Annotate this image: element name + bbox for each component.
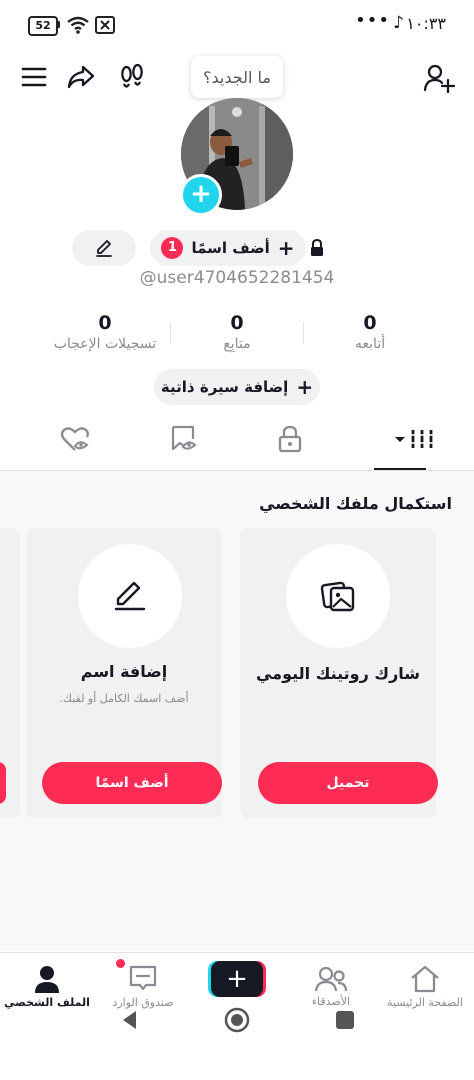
no-sim-icon <box>95 16 115 34</box>
add-bio-button[interactable]: إضافة سيرة ذاتية + <box>154 369 320 405</box>
battery-indicator: 52 <box>28 16 58 36</box>
followers-label: متابِع <box>223 336 251 352</box>
friends-icon <box>314 966 348 991</box>
profile-views-button[interactable] <box>112 57 152 97</box>
nav-home-label: الصفحة الرئيسية <box>387 995 463 1009</box>
card-icon-circle <box>78 544 182 648</box>
nav-home[interactable]: الصفحة الرئيسية <box>378 958 472 1014</box>
card-subtitle: أضف اسمك الكامل أو لقبك. <box>59 692 189 705</box>
nav-friends[interactable]: الأصدقاء <box>284 958 378 1014</box>
following-count: 0 <box>363 312 377 334</box>
status-bar: 52 ••• ♪ ١٠:٣٣ <box>0 0 474 52</box>
notification-dots: ••• <box>355 10 390 31</box>
lock-icon <box>311 239 323 256</box>
menu-icon <box>21 67 47 87</box>
plus-icon: + <box>296 375 314 399</box>
add-avatar-button[interactable]: + <box>180 174 222 216</box>
plus-icon: + <box>277 236 295 260</box>
whats-new-tooltip[interactable]: ما الجديد؟ <box>191 56 283 98</box>
add-name-card: إضافة اسم أضف اسمك الكامل أو لقبك. أضف ا… <box>26 528 222 818</box>
nav-inbox-label: صندوق الوارد <box>112 995 174 1009</box>
reposts-icon <box>171 425 197 451</box>
notification-badge: 1 <box>161 237 184 259</box>
following-stat[interactable]: 0 أتابعه <box>300 312 440 352</box>
tab-reposts[interactable] <box>124 408 242 470</box>
share-profile-button[interactable] <box>61 57 101 97</box>
plus-icon: + <box>211 961 263 997</box>
edit-profile-button[interactable] <box>72 230 136 266</box>
add-name-button[interactable]: 1 أضف اسمًا + <box>150 230 306 266</box>
inbox-notification-dot <box>116 959 125 968</box>
followers-count: 0 <box>230 312 244 334</box>
tab-private[interactable] <box>231 408 349 470</box>
tab-liked[interactable] <box>16 408 134 470</box>
liked-icon <box>60 427 89 451</box>
nav-profile-label: الملف الشخصي <box>4 995 90 1009</box>
card-icon-circle <box>286 544 390 648</box>
following-label: أتابعه <box>354 336 386 352</box>
create-button[interactable]: + <box>208 961 266 997</box>
battery-nub <box>57 21 60 28</box>
pencil-icon <box>96 240 112 257</box>
nav-profile[interactable]: الملف الشخصي <box>0 958 94 1014</box>
card-title: شارك روتينك اليومي <box>255 664 421 683</box>
recents-icon[interactable] <box>335 1010 355 1030</box>
pencil-icon <box>114 581 146 611</box>
home-circle-icon[interactable] <box>224 1007 250 1033</box>
section-title: استكمال ملفك الشخصي <box>259 494 452 513</box>
likes-count: 0 <box>98 312 112 334</box>
nav-friends-label: الأصدقاء <box>311 994 351 1008</box>
share-icon <box>67 65 95 89</box>
add-bio-label: إضافة سيرة ذاتية <box>160 378 289 396</box>
private-lock-icon <box>278 425 302 453</box>
followers-stat[interactable]: 0 متابِع <box>167 312 307 352</box>
inbox-icon <box>129 965 157 990</box>
home-icon <box>411 965 439 992</box>
partial-card-button[interactable] <box>0 762 6 804</box>
add-friend-icon <box>423 64 455 93</box>
profile-icon <box>35 965 59 993</box>
username: @user4704652281454 <box>139 268 335 288</box>
footprints-icon <box>121 63 143 88</box>
add-friend-button[interactable] <box>419 58 459 98</box>
upload-button[interactable]: تحميل <box>258 762 438 804</box>
add-name-label: أضف اسمًا <box>191 239 270 257</box>
nav-inbox[interactable]: صندوق الوارد <box>96 958 190 1014</box>
add-name-card-button[interactable]: أضف اسمًا <box>42 762 222 804</box>
daily-routine-card: شارك روتينك اليومي تحميل <box>240 528 438 818</box>
likes-stat[interactable]: 0 تسجيلات الإعجاب <box>35 312 175 352</box>
tiktok-notification-icon: ♪ <box>393 13 404 33</box>
menu-button[interactable] <box>14 57 54 97</box>
status-time: ١٠:٣٣ <box>406 14 446 33</box>
photos-icon <box>320 581 355 612</box>
videos-grid-icon <box>395 430 433 448</box>
likes-label: تسجيلات الإعجاب <box>53 336 157 352</box>
back-icon[interactable] <box>119 1009 141 1031</box>
card-title: إضافة اسم <box>80 662 168 681</box>
wifi-icon <box>67 16 89 34</box>
tab-videos[interactable] <box>356 408 474 470</box>
